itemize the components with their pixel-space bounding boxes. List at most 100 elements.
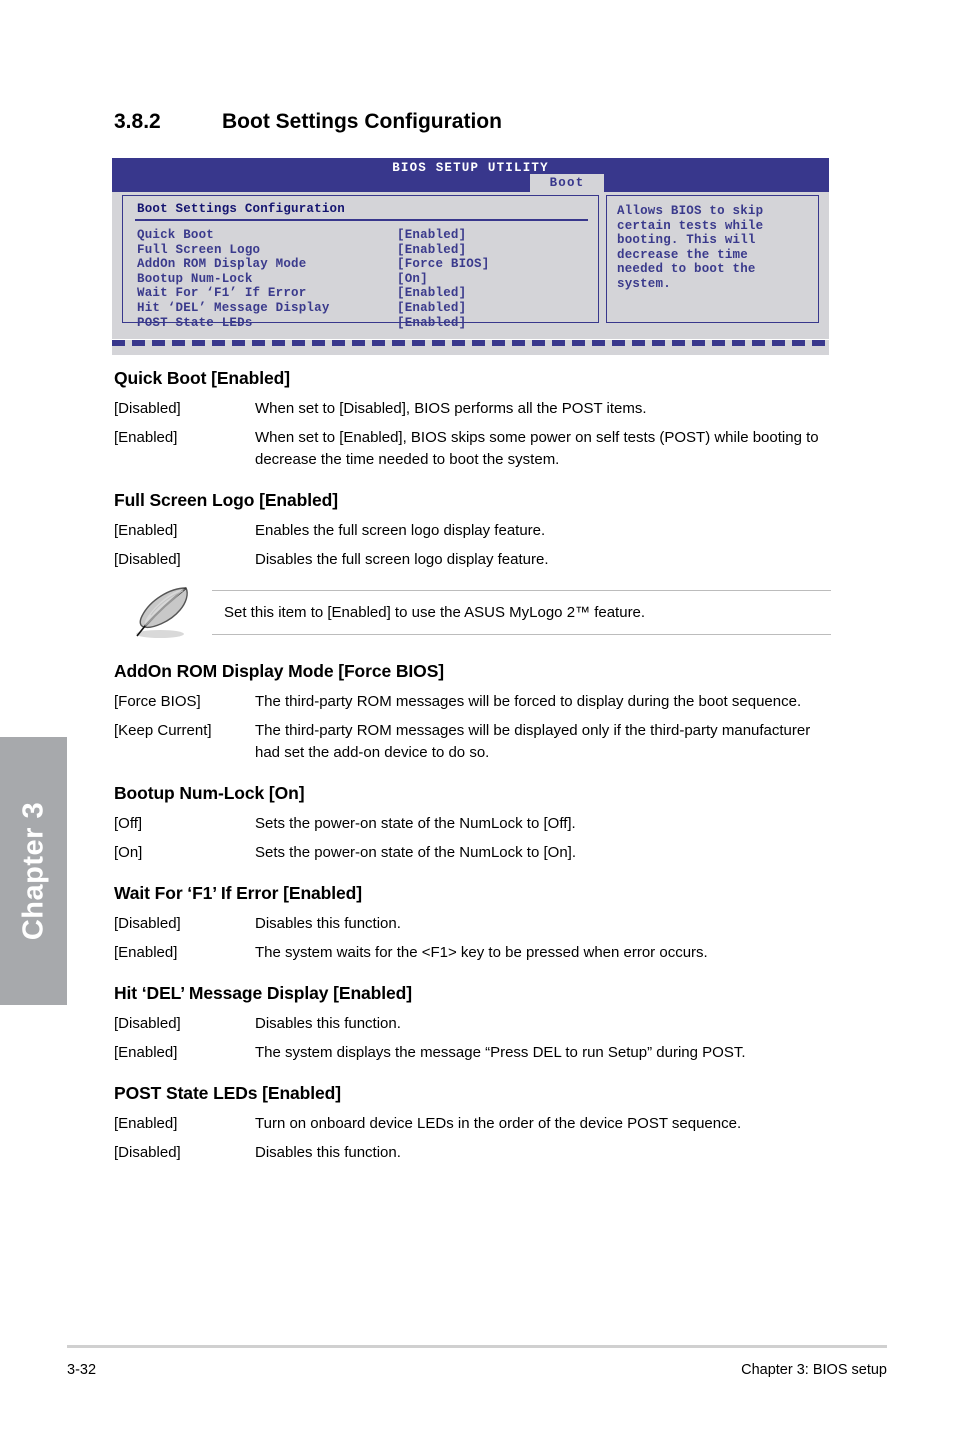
option-key: [Disabled] — [114, 1144, 181, 1161]
bios-setting-label: Hit ‘DEL’ Message Display — [137, 300, 330, 315]
bios-body: Boot Settings Configuration Quick Boot [… — [112, 192, 829, 355]
footer-page-number: 3-32 — [67, 1362, 97, 1378]
section-title: Boot Settings Configuration — [222, 110, 502, 133]
bios-setting-value: [Enabled] — [397, 315, 467, 330]
option-row: [Force BIOS] The third-party ROM message… — [114, 691, 831, 713]
option-row: [Disabled] Disables the full screen logo… — [114, 549, 831, 571]
setting-heading: Full Screen Logo [Enabled] — [114, 490, 338, 510]
option-key: [Enabled] — [114, 944, 178, 961]
option-description: Disables this function. — [255, 1144, 401, 1161]
bios-footer-strip — [112, 346, 829, 355]
option-key: [Keep Current] — [114, 722, 212, 739]
footer-chapter-label: Chapter 3: BIOS setup — [741, 1362, 887, 1378]
bios-setting-label: Wait For ‘F1’ If Error — [137, 286, 307, 301]
option-description: The third-party ROM messages will be dis… — [255, 722, 811, 761]
option-description: Disables this function. — [255, 1015, 401, 1032]
bios-setting-label: POST State LEDs — [137, 315, 253, 330]
bios-setting-row[interactable]: Quick Boot [Enabled] — [137, 228, 598, 243]
bios-titlebar: BIOS SETUP UTILITY Boot — [112, 158, 829, 192]
document-page: Chapter 3 3.8.2 Boot Settings Configurat… — [0, 0, 954, 1438]
option-row: [Enabled] Turn on onboard device LEDs in… — [114, 1113, 831, 1135]
quill-pen-icon — [126, 582, 206, 642]
option-description: Disables this function. — [255, 915, 401, 932]
bios-setting-value: [Enabled] — [397, 242, 467, 257]
setting-block-post-state-leds: POST State LEDs [Enabled] [Enabled] Turn… — [114, 1083, 831, 1164]
bios-setting-label: AddOn ROM Display Mode — [137, 257, 307, 272]
setting-block-addon-rom-display-mode: AddOn ROM Display Mode [Force BIOS] [For… — [114, 661, 831, 764]
option-key: [Disabled] — [114, 400, 181, 417]
option-key: [Enabled] — [114, 1115, 178, 1132]
option-key: [Off] — [114, 815, 143, 832]
option-key: [On] — [114, 844, 143, 861]
option-key: [Enabled] — [114, 429, 178, 446]
option-row: [Disabled] Disables this function. — [114, 913, 831, 935]
bios-tab-boot[interactable]: Boot — [530, 174, 604, 192]
bios-utility-title: BIOS SETUP UTILITY — [392, 161, 549, 175]
option-description: Sets the power-on state of the NumLock t… — [255, 815, 576, 832]
bios-help-text: Allows BIOS to skip certain tests while … — [617, 204, 764, 291]
footer-divider — [67, 1345, 887, 1348]
option-row: [Disabled] When set to [Disabled], BIOS … — [114, 398, 831, 420]
bios-setting-label: Bootup Num-Lock — [137, 271, 253, 286]
bios-setting-row[interactable]: Full Screen Logo [Enabled] — [137, 243, 598, 258]
chapter-tab-label: Chapter 3 — [17, 801, 49, 941]
option-key: [Enabled] — [114, 522, 178, 539]
option-key: [Disabled] — [114, 915, 181, 932]
option-description: The system waits for the <F1> key to be … — [255, 944, 708, 961]
bios-help-panel: Allows BIOS to skip certain tests while … — [606, 195, 819, 323]
section-heading: 3.8.2 Boot Settings Configuration — [114, 110, 502, 134]
option-row: [Enabled] The system displays the messag… — [114, 1042, 831, 1064]
option-key: [Disabled] — [114, 1015, 181, 1032]
option-description: The system displays the message “Press D… — [255, 1044, 746, 1061]
bios-setting-value: [On] — [397, 271, 428, 286]
setting-heading: POST State LEDs [Enabled] — [114, 1083, 341, 1103]
setting-block-hit-del-message-display: Hit ‘DEL’ Message Display [Enabled] [Dis… — [114, 983, 831, 1064]
bios-setting-row[interactable]: Wait For ‘F1’ If Error [Enabled] — [137, 286, 598, 301]
bios-setting-value: [Force BIOS] — [397, 257, 490, 272]
setting-block-wait-for-f1-if-error: Wait For ‘F1’ If Error [Enabled] [Disabl… — [114, 883, 831, 964]
setting-heading: AddOn ROM Display Mode [Force BIOS] — [114, 661, 444, 681]
bios-setting-row[interactable]: AddOn ROM Display Mode [Force BIOS] — [137, 257, 598, 272]
setting-block-full-screen-logo: Full Screen Logo [Enabled] [Enabled] Ena… — [114, 490, 831, 571]
option-row: [Disabled] Disables this function. — [114, 1142, 831, 1164]
bios-setting-label: Quick Boot — [137, 228, 215, 242]
option-row: [On] Sets the power-on state of the NumL… — [114, 842, 831, 864]
page-footer: 3-32 Chapter 3: BIOS setup — [67, 1362, 887, 1378]
setting-heading: Wait For ‘F1’ If Error [Enabled] — [114, 883, 362, 903]
option-key: [Enabled] — [114, 1044, 178, 1061]
option-row: [Enabled] Enables the full screen logo d… — [114, 520, 831, 542]
bios-setting-row[interactable]: Hit ‘DEL’ Message Display [Enabled] — [137, 301, 598, 316]
section-content: Quick Boot [Enabled] [Disabled] When set… — [114, 368, 831, 1183]
bios-setting-row[interactable]: POST State LEDs [Enabled] — [137, 316, 598, 331]
option-key: [Disabled] — [114, 551, 181, 568]
bios-setting-value: [Enabled] — [397, 286, 467, 301]
setting-heading: Bootup Num-Lock [On] — [114, 783, 305, 803]
chapter-tab: Chapter 3 — [0, 737, 67, 1005]
option-description: The third-party ROM messages will be for… — [255, 693, 802, 710]
section-number: 3.8.2 — [114, 110, 161, 133]
option-row: [Off] Sets the power-on state of the Num… — [114, 813, 831, 835]
option-row: [Disabled] Disables this function. — [114, 1013, 831, 1035]
option-key: [Force BIOS] — [114, 693, 201, 710]
setting-heading: Hit ‘DEL’ Message Display [Enabled] — [114, 983, 412, 1003]
note-box: Set this item to [Enabled] to use the AS… — [114, 587, 831, 638]
setting-block-bootup-num-lock: Bootup Num-Lock [On] [Off] Sets the powe… — [114, 783, 831, 864]
option-description: When set to [Disabled], BIOS performs al… — [255, 400, 647, 417]
option-row: [Enabled] The system waits for the <F1> … — [114, 942, 831, 964]
option-description: When set to [Enabled], BIOS skips some p… — [255, 429, 819, 468]
note-text: Set this item to [Enabled] to use the AS… — [212, 590, 831, 635]
bios-settings-panel: Boot Settings Configuration Quick Boot [… — [122, 195, 599, 330]
option-description: Sets the power-on state of the NumLock t… — [255, 844, 576, 861]
bios-setting-value: [Enabled] — [397, 228, 467, 242]
option-row: [Keep Current] The third-party ROM messa… — [114, 720, 831, 764]
setting-heading: Quick Boot [Enabled] — [114, 368, 290, 388]
option-description: Enables the full screen logo display fea… — [255, 522, 546, 539]
bios-setup-screenshot: BIOS SETUP UTILITY Boot Boot Settings Co… — [112, 158, 829, 355]
bios-setting-value: [Enabled] — [397, 300, 467, 315]
bios-setting-label: Full Screen Logo — [137, 242, 261, 257]
bios-setting-row[interactable]: Bootup Num-Lock [On] — [137, 272, 598, 287]
bios-panel-title: Boot Settings Configuration — [137, 202, 345, 216]
option-row: [Enabled] When set to [Enabled], BIOS sk… — [114, 427, 831, 471]
bios-settings-list: Quick Boot [Enabled] Full Screen Logo [E… — [123, 221, 598, 330]
option-description: Disables the full screen logo display fe… — [255, 551, 549, 568]
